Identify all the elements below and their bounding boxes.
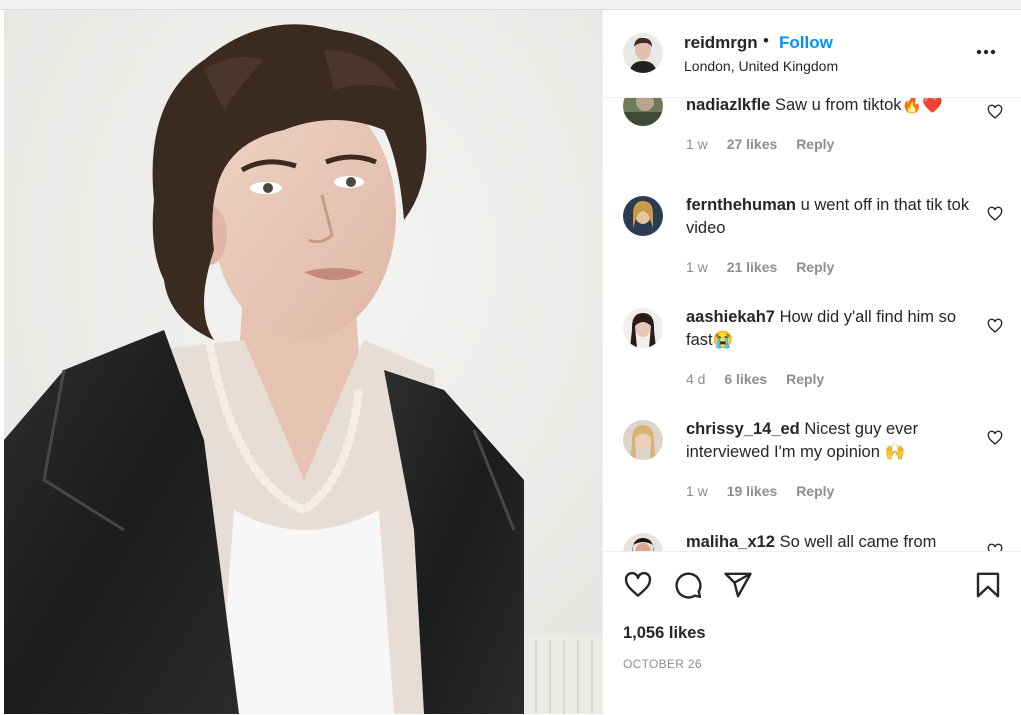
comment-likes[interactable]: 27 likes <box>727 136 778 152</box>
comment-meta: 4 d 6 likes Reply <box>686 371 839 387</box>
post-location[interactable]: London, United Kingdom <box>684 58 838 74</box>
author-avatar[interactable] <box>623 33 663 73</box>
reply-button[interactable]: Reply <box>796 136 834 152</box>
author-username[interactable]: reidmrgn <box>684 33 758 53</box>
commenter-avatar[interactable] <box>623 308 663 348</box>
comment-username[interactable]: chrissy_14_ed <box>686 420 800 438</box>
post-photo[interactable] <box>4 10 602 714</box>
follow-button[interactable]: Follow <box>779 33 833 53</box>
reply-button[interactable]: Reply <box>786 371 824 387</box>
comment-likes[interactable]: 19 likes <box>727 483 778 499</box>
post-header: reidmrgn • Follow London, United Kingdom <box>603 10 1021 98</box>
reply-button[interactable]: Reply <box>796 259 834 275</box>
comment-like-heart-icon[interactable] <box>987 206 1003 222</box>
comment-username[interactable]: maliha_x12 <box>686 533 775 551</box>
instagram-post-view: reidmrgn • Follow London, United Kingdom… <box>0 0 1021 714</box>
comment-icon[interactable] <box>673 570 703 600</box>
comment-text: maliha_x12 So well all came from <box>686 531 976 551</box>
post-date[interactable]: OCTOBER 26 <box>623 657 702 671</box>
comment-meta: 1 w 27 likes Reply <box>686 136 849 152</box>
commenter-avatar[interactable] <box>623 420 663 460</box>
comment-likes[interactable]: 6 likes <box>724 371 767 387</box>
browser-edge <box>0 0 1021 10</box>
comment-meta: 1 w 21 likes Reply <box>686 259 849 275</box>
portrait-illustration <box>4 10 602 714</box>
heart-icon[interactable] <box>623 570 653 600</box>
comment-time[interactable]: 1 w <box>686 483 708 499</box>
post-actions: 1,056 likes OCTOBER 26 <box>603 551 1021 715</box>
comment-text: fernthehuman u went off in that tik tok … <box>686 194 976 240</box>
comment-username[interactable]: aashiekah7 <box>686 308 775 326</box>
post-side-panel: reidmrgn • Follow London, United Kingdom… <box>602 10 1021 714</box>
comment-likes[interactable]: 21 likes <box>727 259 778 275</box>
comments-list[interactable]: nadiazlkfle Saw u from tiktok🔥❤️ 1 w 27 … <box>603 98 1021 551</box>
comment-username[interactable]: fernthehuman <box>686 196 796 214</box>
comment-like-heart-icon[interactable] <box>987 430 1003 446</box>
separator-dot: • <box>763 31 769 50</box>
share-icon[interactable] <box>723 570 753 600</box>
commenter-avatar[interactable] <box>623 533 663 551</box>
comment-time[interactable]: 4 d <box>686 371 705 387</box>
comment-meta: 1 w 19 likes Reply <box>686 483 849 499</box>
comment-body: Saw u from tiktok🔥❤️ <box>774 98 943 114</box>
comment-body: So well all came from <box>779 533 937 551</box>
commenter-avatar[interactable] <box>623 98 663 126</box>
commenter-avatar[interactable] <box>623 196 663 236</box>
comment-like-heart-icon[interactable] <box>987 104 1003 120</box>
like-count[interactable]: 1,056 likes <box>623 624 706 643</box>
comment-text: chrissy_14_ed Nicest guy ever interviewe… <box>686 418 976 464</box>
more-options-icon[interactable] <box>973 40 1003 64</box>
comment-like-heart-icon[interactable] <box>987 543 1003 551</box>
comment-time[interactable]: 1 w <box>686 259 708 275</box>
comment-text: aashiekah7 How did y'all find him so fas… <box>686 306 976 352</box>
comment-time[interactable]: 1 w <box>686 136 708 152</box>
bookmark-icon[interactable] <box>973 570 1003 600</box>
reply-button[interactable]: Reply <box>796 483 834 499</box>
comment-text: nadiazlkfle Saw u from tiktok🔥❤️ <box>686 98 976 117</box>
comment-like-heart-icon[interactable] <box>987 318 1003 334</box>
comment-username[interactable]: nadiazlkfle <box>686 98 770 114</box>
